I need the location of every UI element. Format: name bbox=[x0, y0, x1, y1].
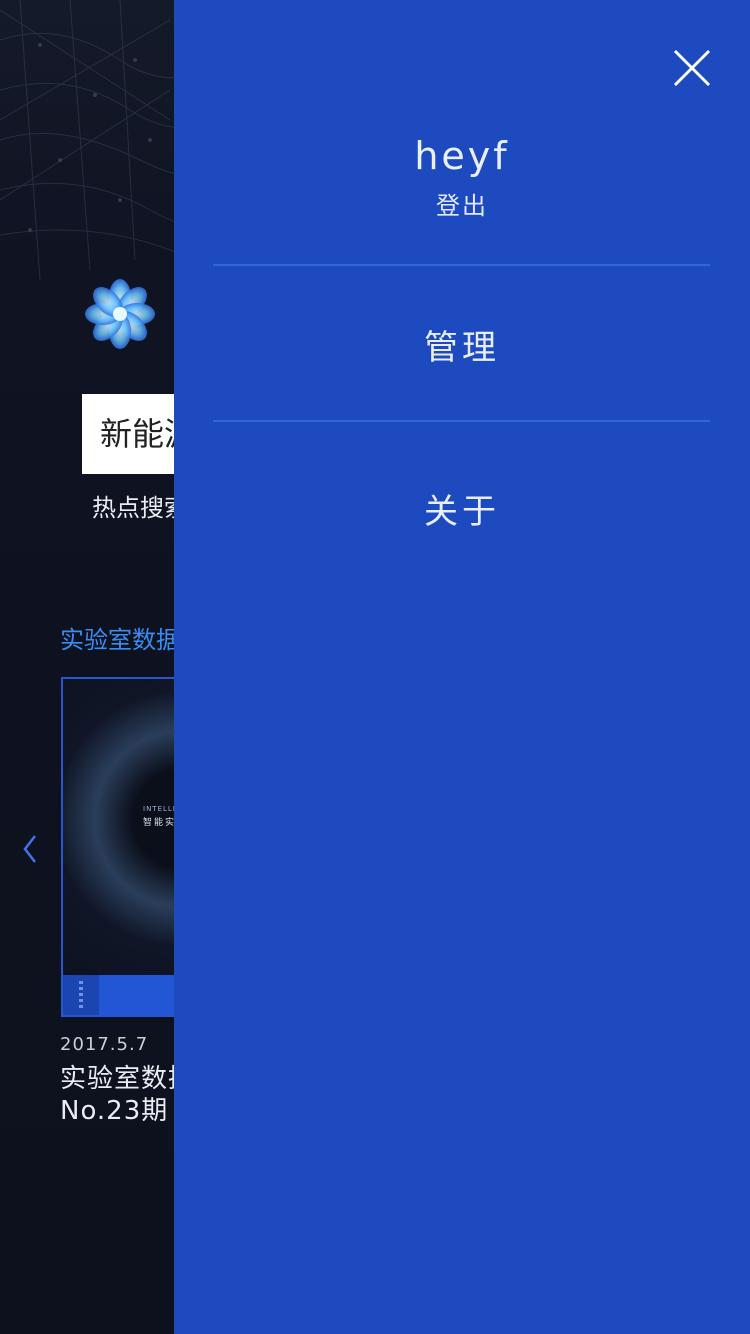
divider bbox=[213, 420, 710, 422]
flower-logo-icon bbox=[85, 279, 155, 349]
username: heyf bbox=[414, 134, 510, 178]
chevron-left-icon[interactable] bbox=[18, 832, 42, 866]
card-bar-side-panel bbox=[63, 975, 99, 1015]
section-title: 实验室数据 bbox=[60, 626, 180, 654]
menu-item-about[interactable]: 关于 bbox=[174, 484, 750, 533]
close-icon[interactable] bbox=[670, 46, 714, 90]
card-date: 2017.5.7 bbox=[60, 1034, 149, 1055]
card-cover-title: 智能实 bbox=[143, 818, 177, 828]
side-drawer: heyf 登出 管理 关于 bbox=[174, 0, 750, 1334]
card-bar-dots bbox=[79, 981, 83, 1011]
menu-item-manage[interactable]: 管理 bbox=[174, 320, 750, 369]
card-issue: No.23期 bbox=[60, 1096, 169, 1126]
divider bbox=[213, 264, 710, 266]
logout-link[interactable]: 登出 bbox=[174, 186, 750, 221]
app-screen: 新能源 热点搜索 实验室数据 INTELLIG 智能实 2017.5.7 实验室… bbox=[0, 0, 750, 1334]
